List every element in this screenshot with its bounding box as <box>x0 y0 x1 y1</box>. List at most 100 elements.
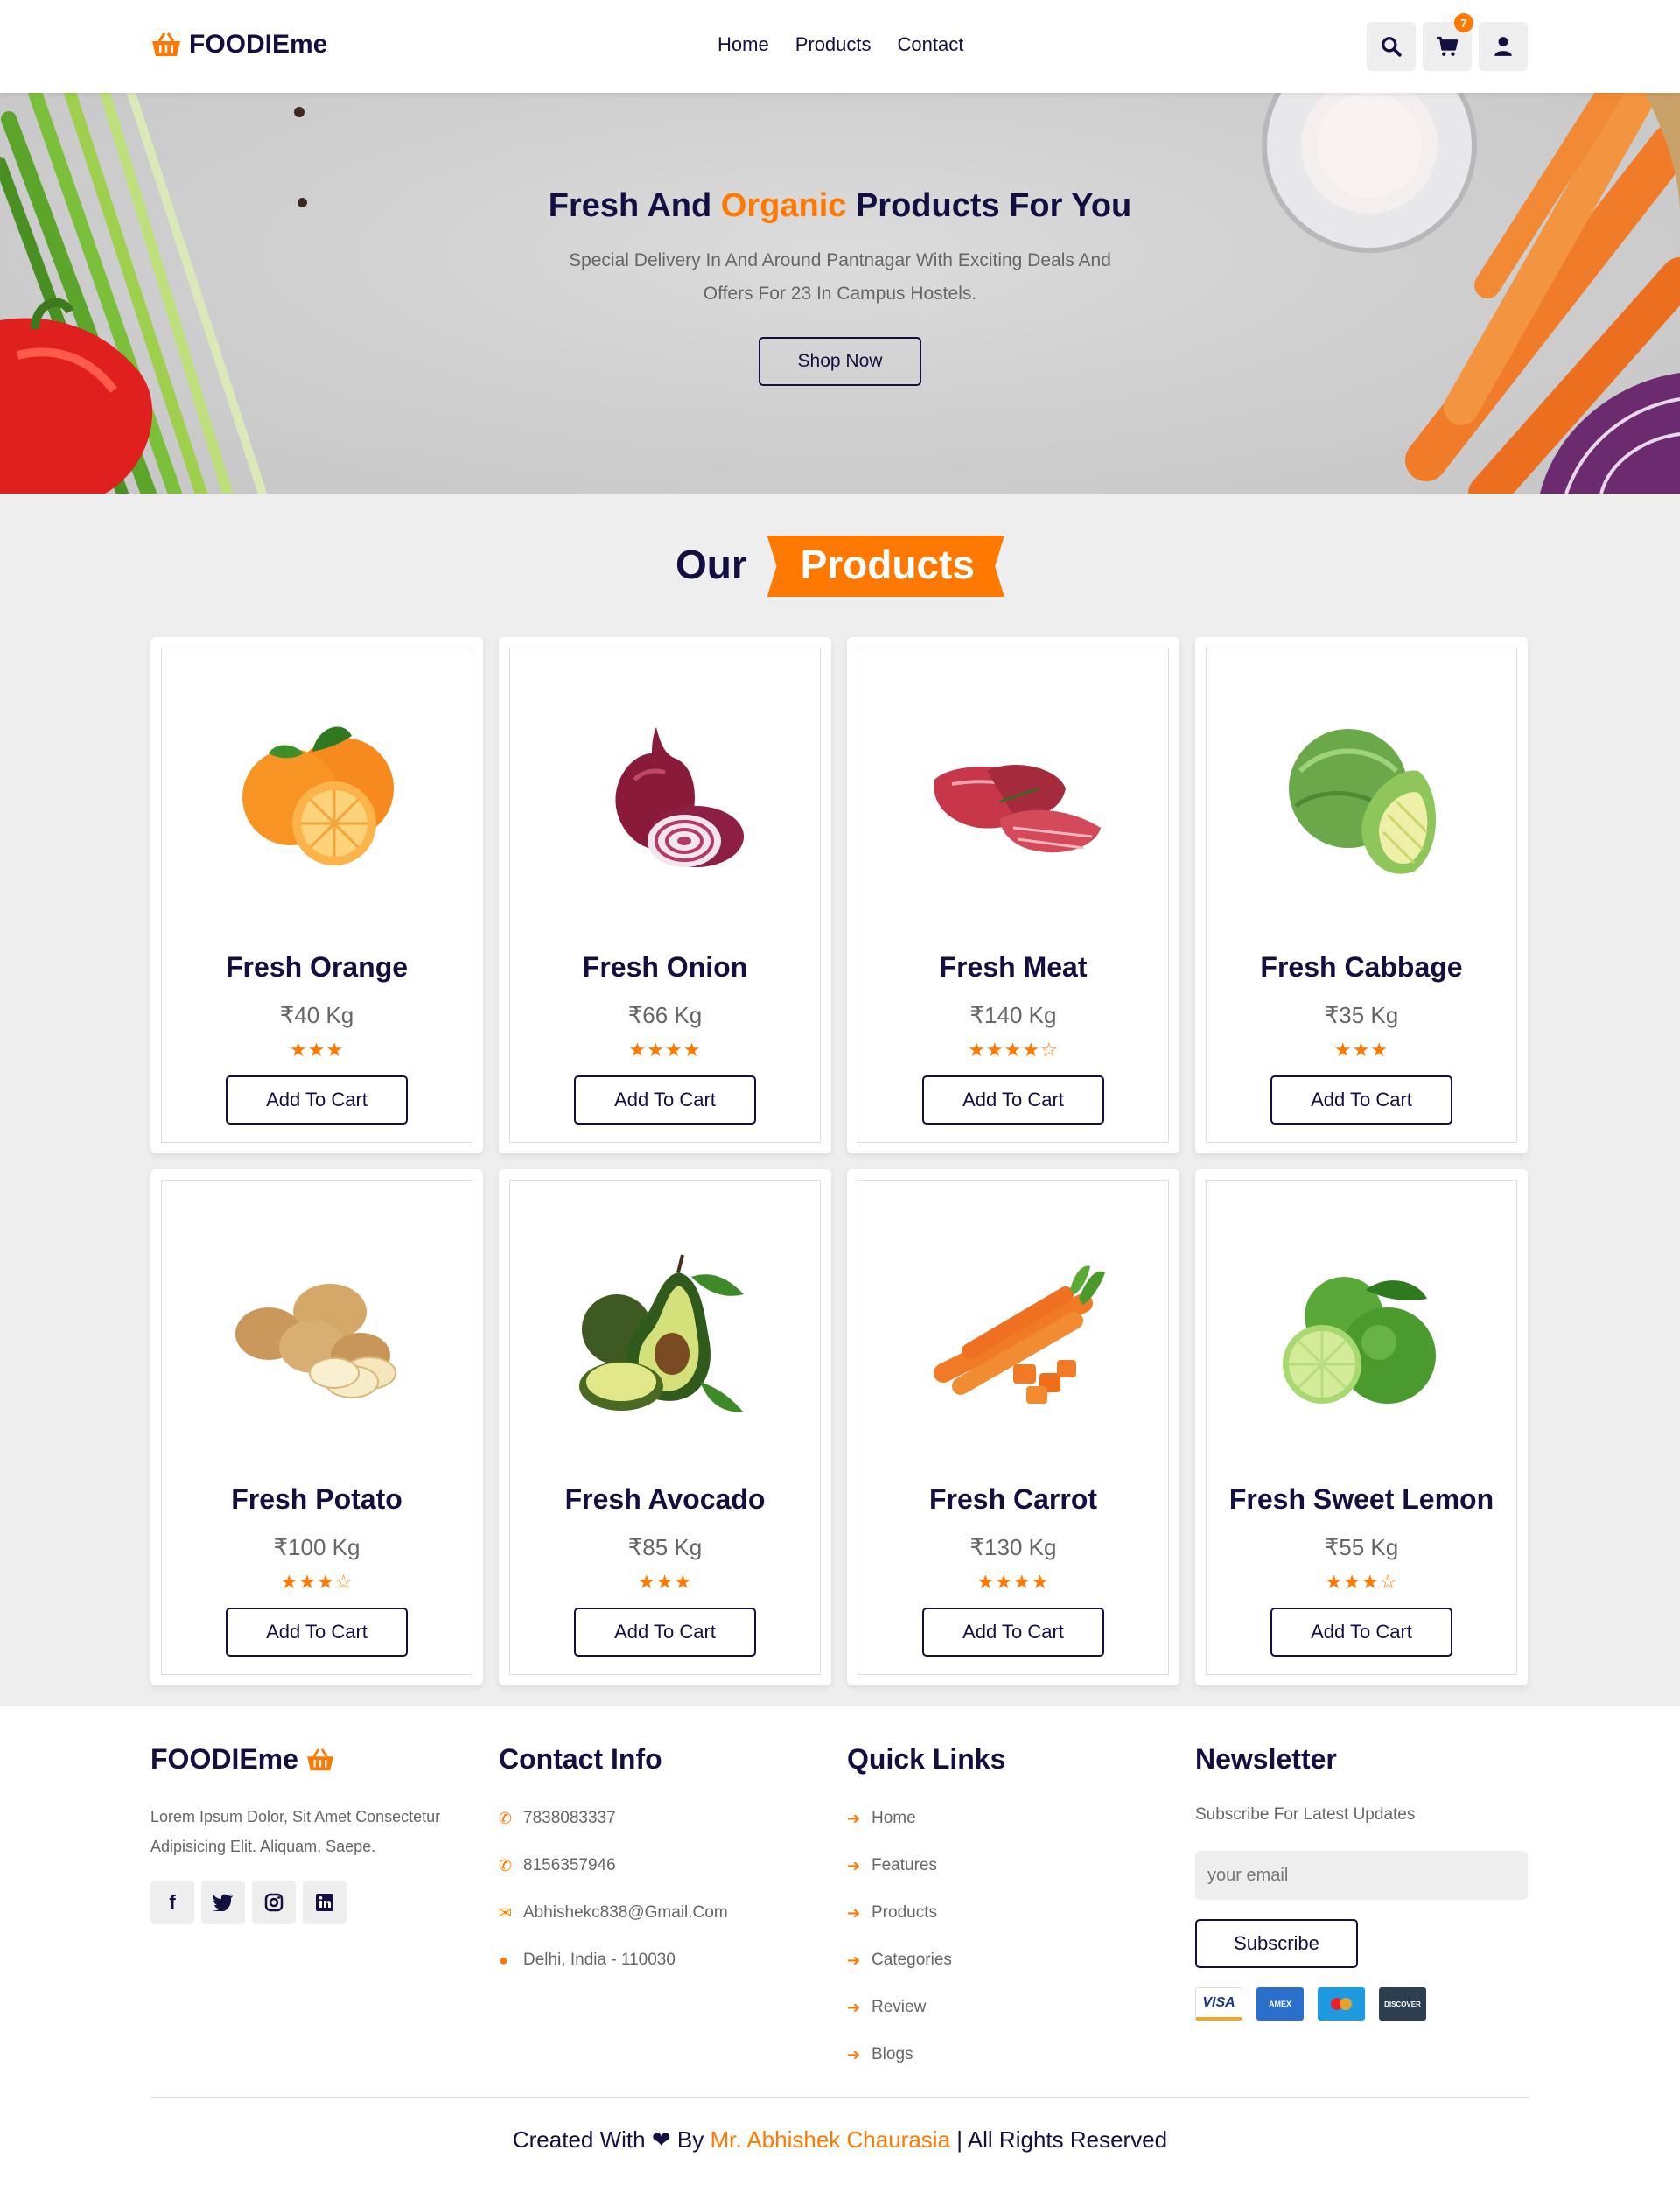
quick-link-features[interactable]: ➔ Features <box>847 1842 1005 1889</box>
hero-subtitle-line: Offers For 23 In Campus Hostels. <box>703 284 977 304</box>
footer-about-text: Lorem Ipsum Dolor, Sit Amet Consectetur … <box>150 1808 441 1855</box>
add-to-cart-button[interactable]: Add To Cart <box>922 1075 1104 1125</box>
shop-now-button[interactable]: Shop Now <box>759 337 921 386</box>
link-text: Products <box>872 1903 937 1922</box>
rating-stars: ★★★ <box>637 1571 693 1593</box>
maestro-card-icon <box>1318 1987 1365 2021</box>
product-name: Fresh Sweet Lemon <box>1228 1483 1494 1515</box>
search-icon <box>1382 37 1402 57</box>
arrow-right-icon: ➔ <box>847 2045 861 2063</box>
product-price: ₹55 Kg <box>1324 1534 1399 1560</box>
product-grid: Fresh Orange ₹40 Kg ★★★ Add To Cart Fres… <box>150 637 1530 1685</box>
footer-brand-name: FOODIEme <box>150 1743 298 1775</box>
contact-item[interactable]: ● Delhi, India - 110030 <box>499 1937 728 1984</box>
sweet-lemon-image <box>1283 1277 1436 1404</box>
add-to-cart-button[interactable]: Add To Cart <box>574 1075 756 1125</box>
contact-item[interactable]: ✆ 7838083337 <box>499 1795 728 1842</box>
nav-home[interactable]: Home <box>718 33 769 56</box>
facebook-icon[interactable]: f <box>150 1881 194 1924</box>
arrow-right-icon: ➔ <box>847 1951 861 1969</box>
quick-link-home[interactable]: ➔ Home <box>847 1795 1005 1842</box>
brand-name: FOODIEme <box>189 30 328 59</box>
newsletter-text: Subscribe For Latest Updates <box>1195 1805 1416 1824</box>
product-name: Fresh Orange <box>225 951 409 983</box>
visa-card-icon: VISA <box>1195 1987 1242 2021</box>
add-to-cart-button[interactable]: Add To Cart <box>574 1608 756 1657</box>
search-button[interactable] <box>1367 22 1416 71</box>
quick-link-review[interactable]: ➔ Review <box>847 1984 1005 2031</box>
amex-card-icon: AMEX <box>1256 1987 1304 2021</box>
add-to-cart-button[interactable]: Add To Cart <box>922 1608 1104 1657</box>
product-price: ₹140 Kg <box>970 1002 1057 1028</box>
hero-subtitle: Special Delivery In And Around Pantnagar… <box>490 244 1190 311</box>
hero-title: Fresh And Organic Products For You <box>490 187 1190 225</box>
footer-quick-links: Quick Links ➔ Home ➔ Features ➔ Products ➔ C… <box>847 1743 1005 2078</box>
product-card-inner: Fresh Meat ₹140 Kg ★★★★☆ Add To Cart <box>858 648 1169 1143</box>
credit-text: Created With <box>512 2126 646 2153</box>
add-to-cart-button[interactable]: Add To Cart <box>226 1075 408 1125</box>
quick-link-blogs[interactable]: ➔ Blogs <box>847 2031 1005 2078</box>
hero-vegetables-left-image <box>0 93 267 494</box>
main-nav: Home Products Contact <box>718 33 963 56</box>
product-card-inner: Fresh Onion ₹66 Kg ★★★★ Add To Cart <box>509 648 821 1143</box>
footer-divider <box>150 2097 1530 2098</box>
rating-stars: ★★★★ <box>628 1039 702 1061</box>
credit-text: | All Rights Reserved <box>956 2126 1168 2153</box>
carrot-image <box>934 1265 1105 1404</box>
email-field[interactable] <box>1195 1851 1528 1900</box>
quick-link-products[interactable]: ➔ Products <box>847 1889 1005 1937</box>
user-button[interactable] <box>1479 22 1528 71</box>
nav-products[interactable]: Products <box>795 33 872 56</box>
phone-icon: ✆ <box>499 1856 513 1874</box>
products-heading: Our Products <box>0 536 1680 597</box>
arrow-right-icon: ➔ <box>847 1998 861 2016</box>
cart-button[interactable]: 7 <box>1423 13 1474 71</box>
add-to-cart-button[interactable]: Add To Cart <box>226 1608 408 1657</box>
onion-image <box>615 727 744 867</box>
hero-title-accent: Organic <box>720 187 847 224</box>
rating-stars: ★★★ <box>1334 1039 1390 1061</box>
footer-newsletter: Newsletter Subscribe For Latest Updates … <box>1195 1743 1528 2021</box>
meat-image <box>934 764 1101 853</box>
add-to-cart-button[interactable]: Add To Cart <box>1270 1075 1452 1125</box>
phone-icon: ✆ <box>499 1809 513 1827</box>
basket-icon <box>152 32 180 56</box>
product-name: Fresh Onion <box>582 951 748 983</box>
arrow-right-icon: ➔ <box>847 1903 861 1922</box>
product-card: Fresh Avocado ₹85 Kg ★★★ Add To Cart <box>499 1169 831 1685</box>
links-title: Quick Links <box>847 1743 1006 1775</box>
instagram-icon[interactable] <box>252 1881 296 1924</box>
hero-subtitle-line: Special Delivery In And Around Pantnagar… <box>569 250 1111 270</box>
footer-brand: FOODIEme <box>150 1743 466 1776</box>
contact-item[interactable]: ✆ 8156357946 <box>499 1842 728 1889</box>
product-card-inner: Fresh Sweet Lemon ₹55 Kg ★★★☆ Add To Car… <box>1206 1180 1517 1675</box>
product-card: Fresh Meat ₹140 Kg ★★★★☆ Add To Cart <box>847 637 1180 1153</box>
footer-about: FOODIEme Lorem Ipsum Dolor, Sit Amet Con… <box>150 1743 466 1924</box>
link-text: Review <box>872 1998 927 2016</box>
subscribe-button[interactable]: Subscribe <box>1195 1919 1358 1968</box>
nav-contact[interactable]: Contact <box>898 33 964 56</box>
product-price: ₹35 Kg <box>1324 1002 1399 1028</box>
product-card: Fresh Cabbage ₹35 Kg ★★★ Add To Cart <box>1195 637 1528 1153</box>
avocado-image <box>579 1254 744 1412</box>
cart-icon <box>1437 36 1459 56</box>
linkedin-icon[interactable] <box>303 1881 346 1924</box>
twitter-icon[interactable] <box>201 1881 245 1924</box>
add-to-cart-button[interactable]: Add To Cart <box>1270 1608 1452 1657</box>
contact-item[interactable]: ✉ Abhishekc838@Gmail.Com <box>499 1889 728 1937</box>
peppercorn <box>294 107 304 117</box>
hero-banner: Fresh And Organic Products For You Speci… <box>0 93 1680 494</box>
social-links: f <box>150 1881 466 1924</box>
quick-link-categories[interactable]: ➔ Categories <box>847 1937 1005 1984</box>
product-price: ₹40 Kg <box>279 1002 354 1028</box>
potato-image <box>235 1284 396 1398</box>
credit-author-link[interactable]: Mr. Abhishek Chaurasia <box>710 2126 950 2153</box>
footer-credit: Created With ❤ By Mr. Abhishek Chaurasia… <box>0 2126 1680 2154</box>
product-price: ₹100 Kg <box>273 1534 360 1560</box>
credit-text: By <box>676 2126 704 2153</box>
brand-logo[interactable]: FOODIEme <box>150 30 327 60</box>
product-card-inner: Fresh Orange ₹40 Kg ★★★ Add To Cart <box>161 648 472 1143</box>
product-card-inner: Fresh Carrot ₹130 Kg ★★★★ Add To Cart <box>858 1180 1169 1675</box>
heart-icon: ❤ <box>651 2126 671 2153</box>
product-card: Fresh Onion ₹66 Kg ★★★★ Add To Cart <box>499 637 831 1153</box>
